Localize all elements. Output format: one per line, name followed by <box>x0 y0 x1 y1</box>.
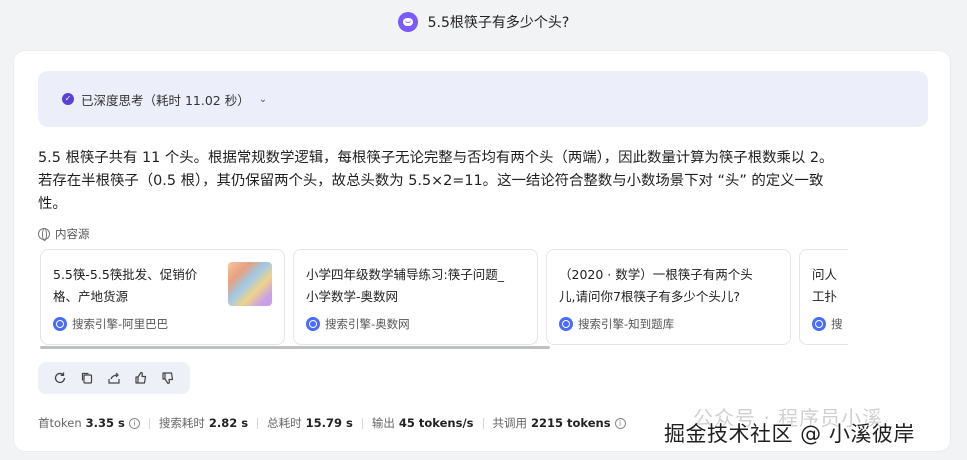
search-engine-icon <box>53 317 67 331</box>
info-icon[interactable]: i <box>128 417 140 429</box>
thumbs-up-icon[interactable] <box>134 371 148 385</box>
search-engine-icon <box>559 317 573 331</box>
sources-carousel[interactable]: 5.5筷-5.5筷批发、促销价格、产地货源 搜索引擎-阿里巴巴 小学四年级数学辅… <box>40 249 848 349</box>
source-card[interactable]: 小学四年级数学辅导练习:筷子问题_小学数学-奥数网 搜索引擎-奥数网 <box>293 249 538 345</box>
answer-card: ✓ 已深度思考（耗时 11.02 秒） ⌄ 5.5 根筷子共有 11 个头。根据… <box>13 50 951 452</box>
bot-avatar-icon <box>397 12 418 32</box>
thinking-toggle[interactable]: ✓ 已深度思考（耗时 11.02 秒） ⌄ <box>38 71 928 127</box>
stat-value: 15.79 s <box>305 416 353 430</box>
source-title: 5.5筷-5.5筷批发、促销价格、产地货源 <box>53 267 198 304</box>
stat-label: 搜索耗时 <box>158 416 205 430</box>
divider <box>482 417 484 429</box>
stat-value: 3.35 s <box>85 416 125 430</box>
stat-label: 共调用 <box>492 416 528 430</box>
chat-header: 5.5根筷子有多少个头? <box>0 0 967 44</box>
info-icon[interactable]: i <box>614 417 626 429</box>
stat-value: 2.82 s <box>208 416 249 430</box>
source-card[interactable]: 问人工扑街的 搜 <box>799 249 848 345</box>
stats-bar: 首token 3.35 s i 搜索耗时 2.82 s 总耗时 15.79 s … <box>38 415 626 431</box>
globe-icon <box>38 228 50 241</box>
source-card[interactable]: （2020 · 数学）一根筷子有两个头儿,请问你7根筷子有多少个头儿? 搜索引擎… <box>546 249 791 345</box>
source-title: 问人工扑街的 <box>812 267 838 304</box>
stat-output-rate: 输出 45 tokens/s <box>372 415 474 431</box>
source-site-name: 搜索引擎-阿里巴巴 <box>72 317 169 331</box>
answer-text: 5.5 根筷子共有 11 个头。根据常规数学逻辑，每根筷子无论完整与否均有两个头… <box>38 147 928 216</box>
stat-label: 首token <box>38 416 82 430</box>
answer-line: 若存在半根筷子（0.5 根），其仍保留两个头，故总头数为 5.5×2=11。这一… <box>38 173 824 189</box>
source-title: 小学四年级数学辅导练习:筷子问题_小学数学-奥数网 <box>306 267 504 304</box>
stat-total-time: 总耗时 15.79 s <box>267 415 353 431</box>
action-bar <box>38 362 190 394</box>
thinking-label: 已深度思考（耗时 11.02 秒） <box>81 92 250 108</box>
source-site: 搜 <box>812 316 843 332</box>
stat-search-time: 搜索耗时 2.82 s <box>159 415 248 431</box>
source-site-name: 搜索引擎-知到题库 <box>578 317 675 331</box>
sources-label: 内容源 <box>38 226 90 242</box>
stat-label: 总耗时 <box>267 416 302 430</box>
sources-label-text: 内容源 <box>55 227 90 241</box>
share-icon[interactable] <box>107 371 121 385</box>
check-icon: ✓ <box>62 93 74 105</box>
source-site-name: 搜索引擎-奥数网 <box>325 317 410 331</box>
source-card[interactable]: 5.5筷-5.5筷批发、促销价格、产地货源 搜索引擎-阿里巴巴 <box>40 249 285 345</box>
stat-value: 2215 tokens <box>531 416 611 430</box>
source-site: 搜索引擎-奥数网 <box>306 316 410 332</box>
search-engine-icon <box>306 317 320 331</box>
source-thumbnail <box>228 262 272 306</box>
stat-first-token: 首token 3.35 s i <box>38 415 140 431</box>
carousel-scrollbar[interactable] <box>40 346 550 349</box>
chevron-down-icon: ⌄ <box>258 93 268 105</box>
source-site: 搜索引擎-阿里巴巴 <box>53 316 168 332</box>
answer-line: 5.5 根筷子共有 11 个头。根据常规数学逻辑，每根筷子无论完整与否均有两个头… <box>38 150 834 166</box>
search-engine-icon <box>812 317 826 331</box>
thumbs-down-icon[interactable] <box>161 371 175 385</box>
stat-label: 输出 <box>371 416 395 430</box>
source-site: 搜索引擎-知到题库 <box>559 316 674 332</box>
source-site-name: 搜 <box>831 317 843 331</box>
watermark-juejin: 掘金技术社区 @ 小溪彼岸 <box>664 422 915 446</box>
answer-line: 性。 <box>38 196 67 212</box>
refresh-icon[interactable] <box>53 371 67 385</box>
source-title: （2020 · 数学）一根筷子有两个头儿,请问你7根筷子有多少个头儿? <box>559 267 753 304</box>
stat-value: 45 tokens/s <box>398 416 474 430</box>
divider <box>361 417 363 429</box>
divider <box>257 417 259 429</box>
stat-total-calls: 共调用 2215 tokens i <box>493 415 626 431</box>
chat-title: 5.5根筷子有多少个头? <box>427 15 570 31</box>
copy-icon[interactable] <box>80 371 94 385</box>
divider <box>148 417 150 429</box>
